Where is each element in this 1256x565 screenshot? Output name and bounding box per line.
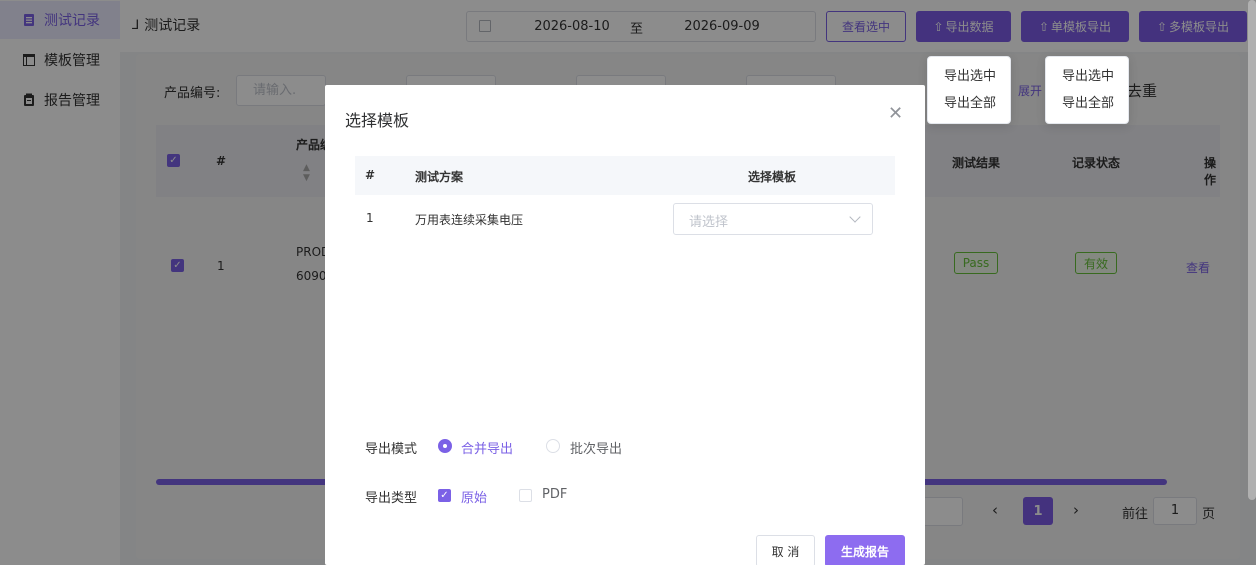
dialog-table-header: # 测试方案 选择模板 (355, 156, 895, 195)
radio-merge-export[interactable] (438, 439, 452, 453)
raw-type-label[interactable]: 原始 (461, 487, 487, 506)
export-type-label: 导出类型 (365, 491, 418, 506)
menu-item-export-all[interactable]: 导出全部 (928, 90, 1010, 117)
menu-item-export-all[interactable]: 导出全部 (1046, 90, 1128, 117)
generate-report-button[interactable]: 生成报告 (825, 535, 905, 565)
export-data-menu: 导出选中 导出全部 (927, 56, 1011, 124)
checkbox-pdf[interactable] (519, 489, 532, 502)
dialog-row-index: 1 (366, 211, 374, 225)
cancel-button[interactable]: 取 消 (756, 535, 815, 565)
dialog-row-plan: 万用表连续采集电压 (415, 213, 524, 227)
column-plan: 测试方案 (415, 170, 464, 184)
single-export-menu: 导出选中 导出全部 (1045, 56, 1129, 124)
vertical-scrollbar[interactable] (1248, 0, 1256, 500)
column-index: # (365, 168, 376, 182)
merge-export-label[interactable]: 合并导出 (461, 438, 513, 457)
template-select[interactable]: 请选择 (673, 203, 873, 235)
batch-export-label[interactable]: 批次导出 (570, 438, 622, 457)
chevron-down-icon (849, 211, 861, 223)
menu-item-export-selected[interactable]: 导出选中 (928, 63, 1010, 90)
select-template-dialog: 选择模板 ✕ # 测试方案 选择模板 1 万用表连续采集电压 请选择 导出模式 … (325, 85, 925, 565)
close-icon[interactable]: ✕ (888, 103, 903, 124)
column-template: 选择模板 (748, 170, 797, 184)
pdf-type-label[interactable]: PDF (542, 487, 567, 502)
export-mode-label: 导出模式 (365, 442, 418, 457)
checkbox-raw[interactable]: ✓ (438, 489, 451, 502)
radio-batch-export[interactable] (546, 439, 560, 453)
menu-item-export-selected[interactable]: 导出选中 (1046, 63, 1128, 90)
dialog-title: 选择模板 (345, 111, 410, 130)
